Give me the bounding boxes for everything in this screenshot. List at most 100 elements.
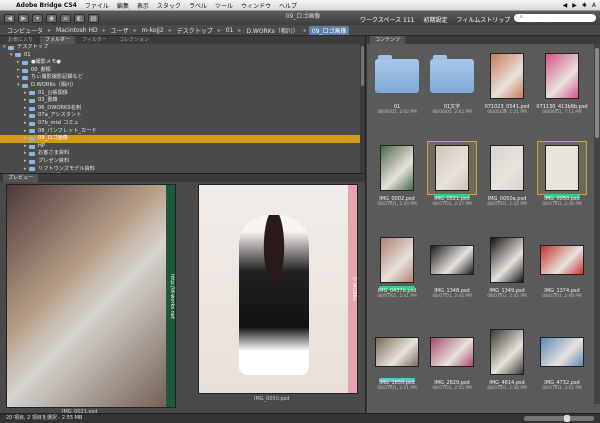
breadcrumb-item[interactable]: デスクトップ xyxy=(174,26,216,35)
tab-preview[interactable]: プレビュー xyxy=(3,174,39,182)
search-input[interactable]: ⌕ xyxy=(514,14,596,22)
open-in-camera-raw-icon[interactable]: ◐ xyxy=(74,13,85,23)
menu-item[interactable]: ウィンドウ xyxy=(241,1,271,10)
folder-tree-item[interactable]: ▾ D.WORKs（相川） xyxy=(0,82,360,90)
thumbnail-frame[interactable] xyxy=(538,50,586,102)
thumbnail-image[interactable] xyxy=(490,237,524,283)
left-panel-tab[interactable]: コレクション xyxy=(114,36,154,44)
workspace-tab[interactable]: 初期設定 xyxy=(423,15,447,24)
thumbnail-item[interactable]: IMG_4732.psd 08/07/01, 3:02 PM xyxy=(536,324,588,412)
menubar-status-icon[interactable]: A xyxy=(592,2,596,9)
thumbnail-image[interactable] xyxy=(430,337,474,367)
thumbnail-frame[interactable] xyxy=(373,326,421,378)
folder-tree-item[interactable]: ▸ プレゼン資料 xyxy=(0,158,360,166)
workspace-tab[interactable]: フィルムストリップ xyxy=(456,15,510,24)
thumbnail-frame[interactable] xyxy=(538,234,586,286)
breadcrumb-item[interactable]: m-kojj2 xyxy=(139,27,167,34)
thumbnail-frame[interactable] xyxy=(373,142,421,194)
workspace-tab[interactable]: ワークスペース 111 xyxy=(360,15,414,24)
thumbnail-size-slider[interactable] xyxy=(524,415,594,422)
breadcrumb-item[interactable]: 09_ロゴ画像 xyxy=(308,25,350,35)
menu-item[interactable]: ファイル xyxy=(85,1,109,10)
thumbnail-frame[interactable] xyxy=(428,50,476,102)
left-panel-tab[interactable]: フォルダー xyxy=(40,36,76,44)
folder-tree-item[interactable]: ▸ 07b_mixi コミュ xyxy=(0,120,360,128)
menu-item[interactable]: 表示 xyxy=(137,1,149,10)
left-panel-tab[interactable]: お気に入り xyxy=(3,36,38,44)
thumbnail-image[interactable] xyxy=(545,53,579,99)
menu-item[interactable]: ヘルプ xyxy=(279,1,297,10)
thumbnail-image[interactable] xyxy=(430,245,474,275)
menubar-status-icon[interactable]: ▶ xyxy=(572,2,577,9)
preview-image-right[interactable]: D.WORKs xyxy=(198,184,358,394)
thumbnail-frame[interactable] xyxy=(427,141,477,195)
thumbnail-item[interactable]: IMG_0002.psd 08/07/01, 2:24 PM xyxy=(371,140,423,228)
thumbnail-image[interactable] xyxy=(435,145,469,191)
thumbnail-frame[interactable] xyxy=(538,326,586,378)
thumbnail-image[interactable] xyxy=(490,145,524,191)
output-icon[interactable]: ▤ xyxy=(88,13,99,23)
thumbnail-item[interactable]: IMG_1650.psd 08/07/01, 2:51 PM xyxy=(371,324,423,412)
tab-content[interactable]: コンテンツ xyxy=(370,36,406,44)
thumbnail-item[interactable]: 071130_413b6b.psd 08/06/01, 7:11 PM xyxy=(536,48,588,136)
thumbnail-frame[interactable] xyxy=(373,50,421,102)
folder-tree-item[interactable]: ▸ 09_ロゴ画像 xyxy=(0,135,360,143)
menu-item[interactable]: 編集 xyxy=(117,1,129,10)
breadcrumb-item[interactable]: D.WORKs（相川） xyxy=(243,26,301,35)
thumbnail-item[interactable]: IMG_0021.psd 08/07/01, 2:27 PM xyxy=(426,140,478,228)
thumbnail-item[interactable]: IMG_2829.psd 08/07/01, 2:55 PM xyxy=(426,324,478,412)
forward-button[interactable]: ▶ xyxy=(18,13,29,23)
thumbnail-item[interactable]: IMG_0050.psd 08/07/01, 2:36 PM xyxy=(536,140,588,228)
folder-tree-item[interactable]: ▸ ちぃ撮影撮影記録など xyxy=(0,74,360,82)
thumbnail-image[interactable] xyxy=(540,245,584,275)
thumbnail-frame[interactable] xyxy=(537,141,587,195)
thumbnail-item[interactable]: IMG_1349.psd 08/07/01, 2:45 PM xyxy=(481,232,533,320)
thumbnail-frame[interactable] xyxy=(373,234,421,286)
content-scrollbar[interactable] xyxy=(594,44,600,404)
folder-tree-item[interactable]: ▸ ●撮影メモ● xyxy=(0,59,360,67)
breadcrumb-item[interactable]: ユーザ xyxy=(108,26,132,35)
breadcrumb-item[interactable]: Macintosh HD xyxy=(53,27,101,34)
thumbnail-item[interactable]: 01文字 08/06/05, 2:02 PM xyxy=(426,48,478,136)
menu-item[interactable]: スタック xyxy=(157,1,181,10)
refine-icon[interactable]: ≡ xyxy=(60,13,71,23)
thumbnail-frame[interactable] xyxy=(428,326,476,378)
thumbnail-frame[interactable] xyxy=(483,142,531,194)
folder-tree-item[interactable]: ▸ お客さま資料 xyxy=(0,150,360,158)
breadcrumb-item[interactable]: コンピュータ xyxy=(4,26,46,35)
thumbnail-frame[interactable] xyxy=(428,234,476,286)
thumbnail-item[interactable]: 01 08/06/05, 2:02 PM xyxy=(371,48,423,136)
folder-tree-item[interactable]: ▸ 03_書籍 xyxy=(0,97,360,105)
left-panel-tab[interactable]: フィルター xyxy=(77,36,112,44)
menu-item[interactable]: ツール xyxy=(215,1,233,10)
folder-tree-item[interactable]: ▸ 08_パンフレット_カード xyxy=(0,128,360,136)
thumbnail-item[interactable]: IMG_1374.psd 08/07/01, 2:48 PM xyxy=(536,232,588,320)
thumbnail-item[interactable]: IMG_0437b.psd 08/07/01, 2:41 PM xyxy=(371,232,423,320)
preview-image-left[interactable]: http://d-works.net xyxy=(6,184,176,408)
folder-tree-item[interactable]: ▾ デスクトップ xyxy=(0,44,360,52)
thumbnail-frame[interactable] xyxy=(483,50,531,102)
folder-tree-scrollbar[interactable] xyxy=(360,44,365,173)
thumbnail-image[interactable] xyxy=(380,145,414,191)
thumbnail-image[interactable] xyxy=(490,329,524,375)
thumbnail-image[interactable] xyxy=(540,337,584,367)
recent-folder-button[interactable]: ▾ xyxy=(32,13,43,23)
thumbnail-item[interactable]: IMG_4614.psd 08/07/01, 2:58 PM xyxy=(481,324,533,412)
thumbnail-image[interactable] xyxy=(375,337,419,367)
thumbnail-image[interactable] xyxy=(380,237,414,283)
thumbnail-item[interactable]: 071023_0541.psd 08/05/29, 1:21 PM xyxy=(481,48,533,136)
app-menu[interactable]: Adobe Bridge CS4 xyxy=(16,2,77,9)
camera-import-icon[interactable]: ◉ xyxy=(46,13,57,23)
menu-item[interactable]: ラベル xyxy=(189,1,207,10)
thumbnail-item[interactable]: IMG_0050a.psd 08/07/01, 2:32 PM xyxy=(481,140,533,228)
thumbnail-frame[interactable] xyxy=(483,326,531,378)
breadcrumb-item[interactable]: 01 xyxy=(223,27,237,34)
thumbnail-item[interactable]: IMG_1348.psd 08/07/01, 2:44 PM xyxy=(426,232,478,320)
folder-tree-item[interactable]: ▸ リフトウンズモデル資料 xyxy=(0,166,360,174)
thumbnail-frame[interactable] xyxy=(483,234,531,286)
menubar-status-icon[interactable]: ◀ xyxy=(563,2,568,9)
back-button[interactable]: ◀ xyxy=(4,13,15,23)
folder-tree-item[interactable]: ▸ 07a_アシスタント xyxy=(0,112,360,120)
thumbnail-image[interactable] xyxy=(490,53,524,99)
thumbnail-image[interactable] xyxy=(545,145,579,191)
